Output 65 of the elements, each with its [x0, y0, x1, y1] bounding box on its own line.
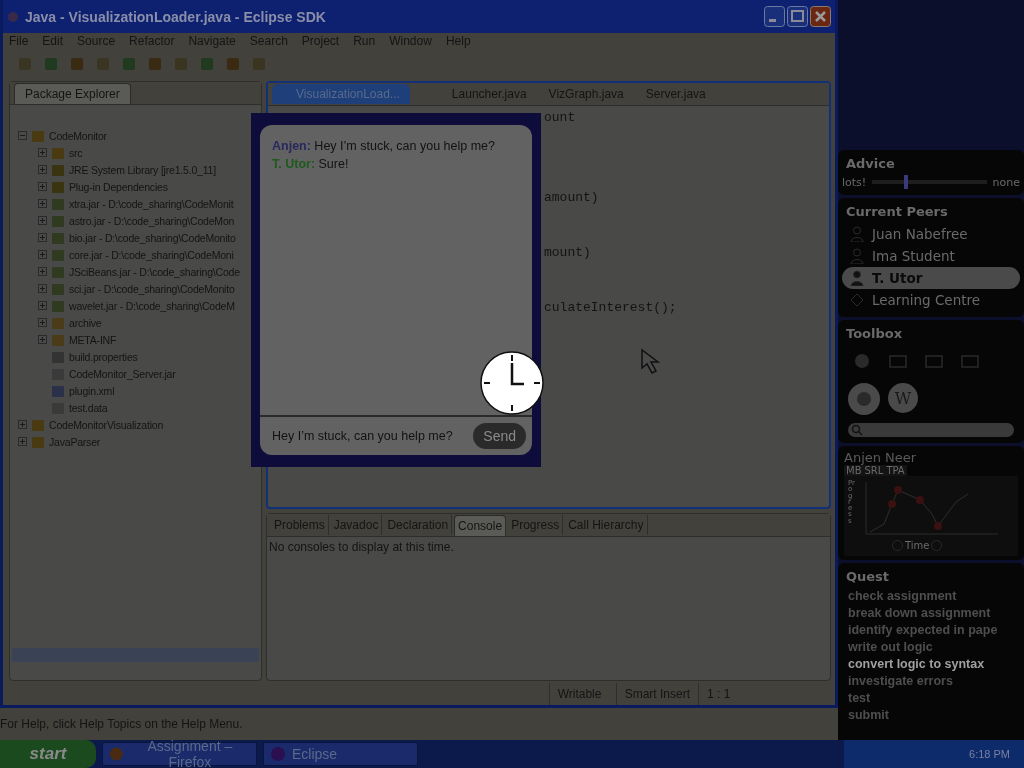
slider-thumb[interactable]: [904, 175, 909, 189]
person-icon: [850, 270, 864, 286]
chart-tab[interactable]: SRL: [864, 465, 884, 476]
quest-item[interactable]: convert logic to syntax: [842, 656, 1020, 673]
peer-item[interactable]: Learning Centre: [842, 289, 1020, 311]
view-tab[interactable]: Console: [454, 514, 507, 536]
quest-item[interactable]: identify expected in pape: [842, 622, 1020, 639]
person-icon: [850, 248, 864, 264]
minimize-icon[interactable]: [764, 6, 785, 27]
section-title: Current Peers: [846, 204, 949, 219]
quest-item[interactable]: check assignment: [842, 588, 1020, 605]
quest-item[interactable]: submit: [842, 707, 1020, 724]
clock-icon: [480, 351, 544, 415]
taskbar-button[interactable]: Eclipse: [263, 742, 418, 766]
peer-item[interactable]: Juan Nabefree: [842, 223, 1020, 245]
slider-label: none: [992, 175, 1020, 189]
chart-tab[interactable]: TPA: [886, 465, 905, 476]
expander-icon[interactable]: [38, 199, 47, 208]
package-explorer-tab[interactable]: Package Explorer: [14, 82, 131, 104]
diamond-icon: [850, 293, 864, 307]
peer-item[interactable]: Ima Student: [842, 245, 1020, 267]
expander-icon[interactable]: [38, 301, 47, 310]
maximize-icon[interactable]: [787, 6, 808, 27]
axis-label: Time: [905, 539, 930, 551]
slider-label: lots!: [842, 175, 867, 189]
expander-icon[interactable]: [38, 165, 47, 174]
taskbar-button[interactable]: Assignment – Firefox: [102, 742, 257, 766]
window-title: Java - VisualizationLoader.java - Eclipse SDK: [25, 8, 326, 25]
expander-icon[interactable]: [38, 216, 47, 225]
quest-item[interactable]: investigate errors: [842, 673, 1020, 690]
expander-icon[interactable]: [38, 182, 47, 191]
expander-icon[interactable]: [38, 233, 47, 242]
section-title: Advice: [846, 156, 896, 171]
expander-icon[interactable]: [38, 318, 47, 327]
eclipse-icon: [7, 10, 19, 23]
chat-message: Anjen: Hey I’m stuck, can you help me?: [272, 139, 496, 153]
expander-icon[interactable]: [38, 250, 47, 259]
student-name: Anjen Neer: [844, 450, 918, 465]
close-icon[interactable]: [810, 6, 831, 27]
expander-icon[interactable]: [38, 284, 47, 293]
expander-icon[interactable]: [38, 267, 47, 276]
message-field[interactable]: Hey I’m stuck, can you help me?: [270, 428, 470, 444]
next-icon[interactable]: [931, 539, 943, 551]
start-button[interactable]: start: [0, 740, 96, 768]
previous-icon[interactable]: [892, 539, 903, 551]
person-icon: [850, 226, 864, 242]
quest-item[interactable]: break down assignment: [842, 605, 1020, 622]
quest-item[interactable]: write out logic: [842, 639, 1020, 656]
expander-icon[interactable]: [18, 437, 27, 446]
peer-item[interactable]: T. Utor: [842, 267, 1020, 289]
circle-icon: [270, 746, 286, 762]
quest-item[interactable]: test: [842, 690, 1020, 707]
expander-icon[interactable]: [38, 335, 47, 344]
clock-text: 6:18 PM: [969, 748, 1010, 760]
chart-tab[interactable]: MB: [846, 465, 862, 476]
section-title: Toolbox: [846, 326, 904, 341]
expander-icon[interactable]: [18, 131, 27, 140]
section-title: Quest: [846, 569, 891, 584]
expander-icon[interactable]: [18, 420, 27, 429]
search-icon: [851, 424, 863, 436]
editor-tab[interactable]: VisualizationLoad...: [272, 84, 410, 104]
send-button[interactable]: Send: [473, 423, 526, 449]
search-field[interactable]: [848, 423, 1014, 437]
expander-icon[interactable]: [38, 148, 47, 157]
chat-message: T. Utor: Sure!: [272, 157, 350, 171]
